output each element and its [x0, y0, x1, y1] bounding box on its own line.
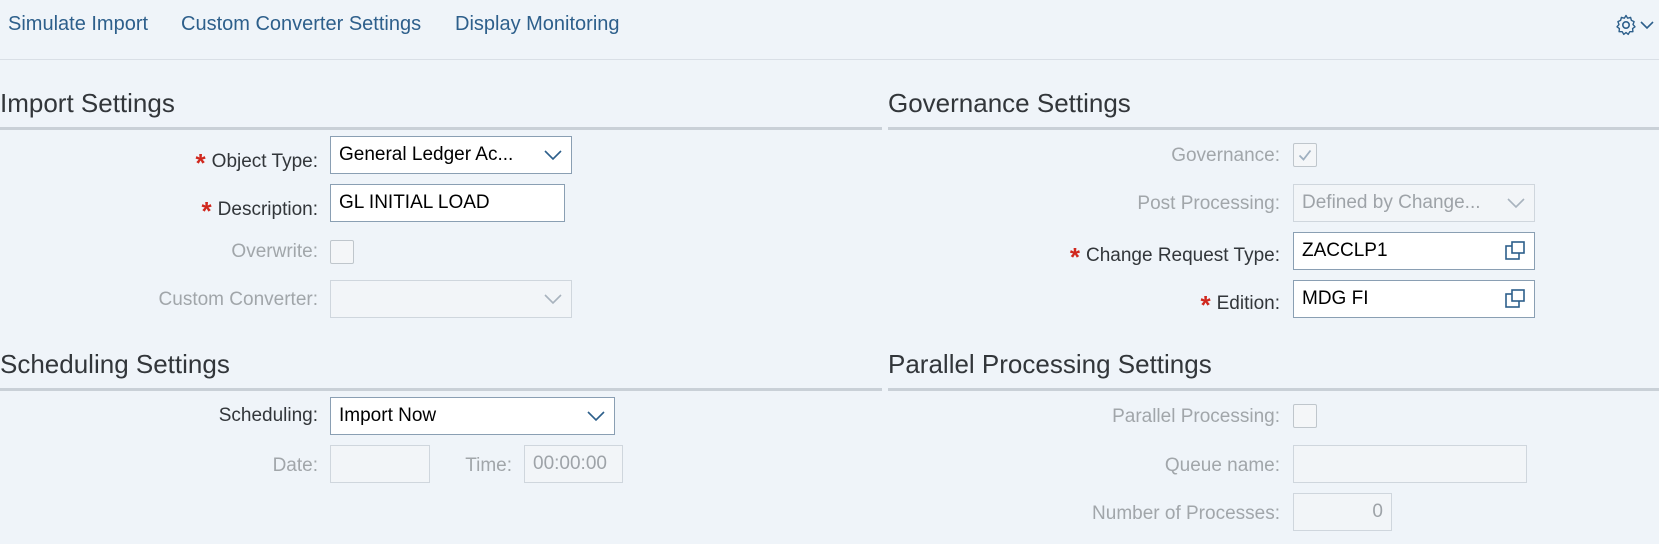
required-indicator: * — [1069, 242, 1080, 272]
chevron-down-icon — [1640, 21, 1654, 30]
overwrite-checkbox[interactable] — [330, 240, 354, 264]
post-processing-value: Defined by Change... — [1302, 192, 1481, 213]
edition-label: * Edition: — [1200, 290, 1281, 320]
chevron-down-icon — [1504, 192, 1526, 214]
parallel-processing-checkbox[interactable] — [1293, 404, 1317, 428]
scheduling-settings-title: Scheduling Settings — [0, 349, 230, 379]
value-help-icon[interactable] — [1504, 288, 1526, 310]
chevron-down-icon — [541, 144, 563, 166]
date-label: Date: — [272, 455, 318, 476]
time-label: Time: — [465, 455, 512, 476]
time-value: 00:00:00 — [533, 453, 607, 474]
post-processing-select[interactable]: Defined by Change... — [1293, 184, 1535, 222]
governance-settings-divider — [888, 127, 1659, 130]
toolbar: Simulate Import Custom Converter Setting… — [0, 0, 1659, 60]
gear-icon — [1616, 14, 1636, 36]
scheduling-label: Scheduling: — [218, 405, 318, 426]
chevron-down-icon — [541, 288, 563, 310]
time-input[interactable]: 00:00:00 — [524, 445, 623, 483]
import-settings-title: Import Settings — [0, 88, 175, 118]
number-of-processes-value: 0 — [1372, 501, 1383, 522]
value-help-icon[interactable] — [1504, 240, 1526, 262]
post-processing-label: Post Processing: — [1137, 193, 1280, 214]
overwrite-label: Overwrite: — [231, 241, 318, 262]
number-of-processes-label: Number of Processes: — [1092, 503, 1280, 524]
required-indicator: * — [201, 196, 212, 226]
number-of-processes-input[interactable]: 0 — [1293, 493, 1392, 531]
description-input[interactable]: GL INITIAL LOAD — [330, 184, 565, 222]
edition-value: MDG FI — [1302, 288, 1369, 309]
governance-checkbox[interactable] — [1293, 143, 1317, 167]
custom-converter-settings-link[interactable]: Custom Converter Settings — [181, 13, 421, 36]
scheduling-settings-divider — [0, 388, 882, 391]
required-indicator: * — [195, 148, 206, 178]
import-settings-divider — [0, 127, 882, 130]
governance-label: Governance: — [1171, 145, 1280, 166]
simulate-import-link[interactable]: Simulate Import — [8, 13, 148, 36]
object-type-label: * Object Type: — [195, 148, 318, 178]
date-input[interactable] — [330, 445, 430, 483]
object-type-select[interactable]: General Ledger Ac... — [330, 136, 572, 174]
change-request-type-input[interactable]: ZACCLP1 — [1293, 232, 1535, 270]
change-request-type-label: * Change Request Type: — [1069, 242, 1280, 272]
change-request-type-value: ZACCLP1 — [1302, 240, 1388, 261]
checkmark-icon — [1298, 149, 1312, 161]
queue-name-label: Queue name: — [1164, 455, 1280, 476]
custom-converter-select[interactable] — [330, 280, 572, 318]
settings-menu-button[interactable] — [1614, 12, 1659, 38]
object-type-value: General Ledger Ac... — [339, 144, 514, 165]
chevron-down-icon — [584, 405, 606, 427]
parallel-processing-label: Parallel Processing: — [1112, 406, 1280, 427]
governance-settings-title: Governance Settings — [888, 88, 1131, 118]
required-indicator: * — [1200, 290, 1211, 320]
edition-input[interactable]: MDG FI — [1293, 280, 1535, 318]
parallel-processing-settings-title: Parallel Processing Settings — [888, 349, 1212, 379]
custom-converter-label: Custom Converter: — [158, 289, 318, 310]
scheduling-value: Import Now — [339, 405, 437, 426]
parallel-processing-settings-divider — [888, 388, 1659, 391]
display-monitoring-link[interactable]: Display Monitoring — [455, 13, 620, 36]
queue-name-input[interactable] — [1293, 445, 1527, 483]
description-label: * Description: — [201, 196, 318, 226]
scheduling-select[interactable]: Import Now — [330, 397, 615, 435]
description-value: GL INITIAL LOAD — [339, 192, 490, 213]
